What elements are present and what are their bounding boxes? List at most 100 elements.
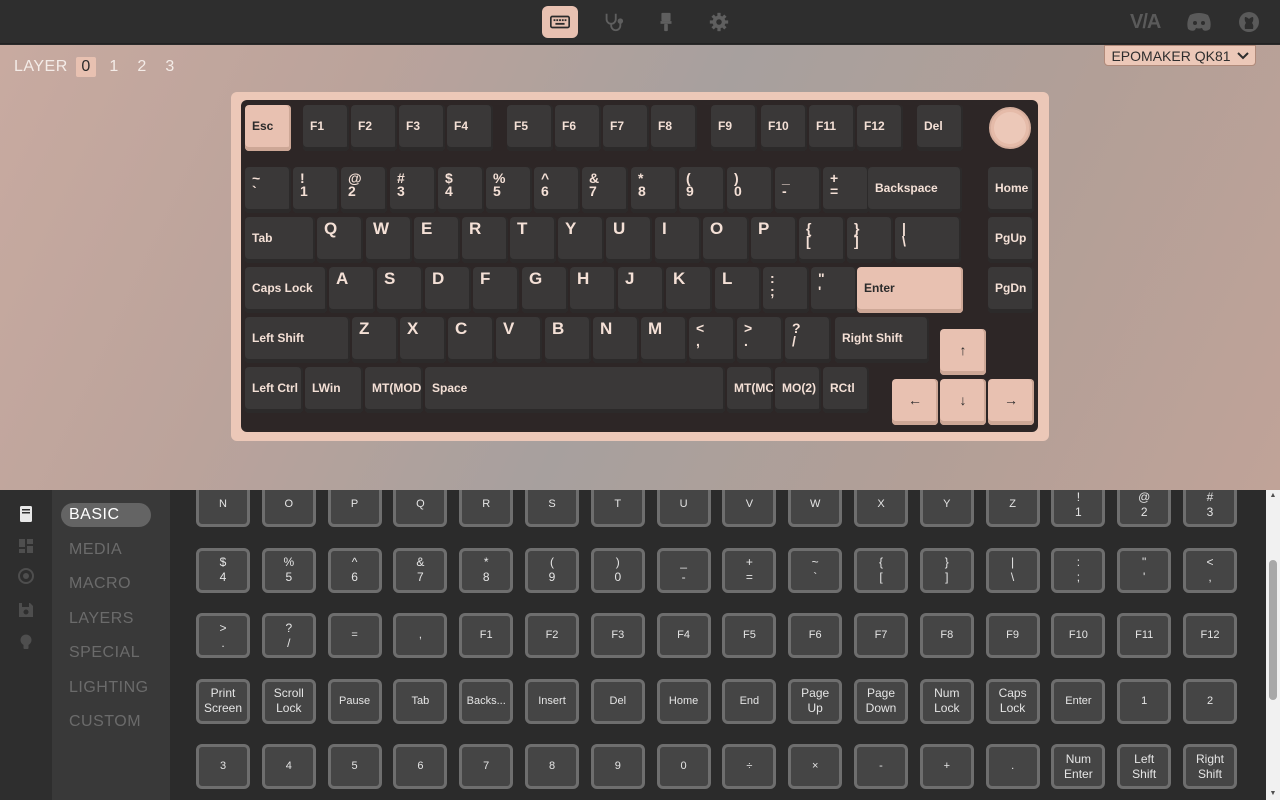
key-f1[interactable]: F1	[303, 105, 349, 151]
keycode-[interactable]: {[	[854, 547, 908, 593]
layer-3[interactable]: 3	[160, 57, 180, 77]
keycode-v[interactable]: V	[722, 490, 777, 527]
key-[interactable]: :;	[763, 267, 809, 313]
key-d[interactable]: D	[425, 267, 471, 313]
keycode-3[interactable]: 3	[196, 744, 250, 789]
keycode-n[interactable]: N	[196, 490, 250, 527]
keycode-f4[interactable]: F4	[656, 613, 711, 658]
via-logo[interactable]: V/A	[1130, 10, 1161, 34]
key-b[interactable]: B	[545, 317, 591, 363]
category-basic[interactable]: BASIC	[61, 503, 151, 527]
keycode-8[interactable]: 8	[525, 744, 579, 789]
keycode-[interactable]: ~ `	[788, 547, 843, 593]
layer-0[interactable]: 0	[75, 57, 96, 77]
keycode-left-shift[interactable]: Left Shift	[1117, 744, 1172, 789]
keycode-5[interactable]: % 5	[261, 547, 316, 593]
keycode-x[interactable]: X	[854, 490, 908, 527]
key-[interactable]: ↓	[940, 379, 986, 425]
key-w[interactable]: W	[366, 217, 412, 263]
keycode-[interactable]: :;	[1051, 547, 1106, 593]
key-[interactable]: >.	[737, 317, 783, 363]
keycode-r[interactable]: R	[459, 490, 514, 527]
keycode-[interactable]: + =	[722, 547, 777, 593]
keycode-0[interactable]: 0	[656, 744, 711, 789]
keycode-f1[interactable]: F1	[459, 613, 514, 658]
paintbrush-icon[interactable]	[648, 6, 684, 38]
stethoscope-icon[interactable]	[595, 6, 631, 38]
keycode-page-down[interactable]: Page Down	[854, 678, 908, 724]
keycode-[interactable]: .	[985, 744, 1040, 789]
key-5[interactable]: % 5	[486, 167, 532, 213]
scroll-thumb[interactable]	[1269, 560, 1277, 700]
key-[interactable]: ↑	[940, 329, 986, 375]
key-backspace[interactable]: Backspace	[868, 167, 962, 213]
key-8[interactable]: * 8	[631, 167, 677, 213]
key-2[interactable]: @2	[341, 167, 387, 213]
key-6[interactable]: ^ 6	[534, 167, 580, 213]
category-media[interactable]: MEDIA	[61, 538, 151, 562]
keycode-caps-lock[interactable]: Caps Lock	[985, 678, 1040, 724]
discord-icon[interactable]	[1186, 10, 1212, 34]
keycode-1[interactable]: 1	[1117, 678, 1172, 724]
key-l[interactable]: L	[715, 267, 761, 313]
grid-icon[interactable]	[16, 536, 36, 556]
key-3[interactable]: #3	[390, 167, 436, 213]
keycode-num-lock[interactable]: Num Lock	[919, 678, 974, 724]
keycode-9[interactable]: 9	[590, 744, 645, 789]
key-i[interactable]: I	[655, 217, 701, 263]
keycode-del[interactable]: Del	[590, 678, 645, 724]
key-f8[interactable]: F8	[651, 105, 697, 151]
key-right-shift[interactable]: Right Shift	[835, 317, 929, 363]
key-j[interactable]: J	[618, 267, 664, 313]
keycode-[interactable]: <,	[1183, 547, 1237, 593]
key-7[interactable]: & 7	[582, 167, 628, 213]
key-lwin[interactable]: LWin	[305, 367, 363, 413]
keycode-f6[interactable]: F6	[788, 613, 843, 658]
key-c[interactable]: C	[448, 317, 494, 363]
keycode-w[interactable]: W	[788, 490, 843, 527]
key-esc[interactable]: Esc	[245, 105, 291, 151]
key-f11[interactable]: F11	[809, 105, 855, 151]
key-home[interactable]: Home	[988, 167, 1034, 213]
keycode-[interactable]: >.	[196, 613, 250, 658]
category-macro[interactable]: MACRO	[61, 572, 151, 596]
keycode-z[interactable]: Z	[985, 490, 1040, 527]
key-f12[interactable]: F12	[857, 105, 903, 151]
category-special[interactable]: SPECIAL	[61, 641, 151, 665]
keycode-1[interactable]: ! 1	[1051, 490, 1106, 527]
scroll-up-arrow[interactable]: ▲	[1269, 492, 1277, 500]
key-f9[interactable]: F9	[711, 105, 757, 151]
keycode-7[interactable]: & 7	[393, 547, 448, 593]
key-p[interactable]: P	[751, 217, 797, 263]
key-t[interactable]: T	[510, 217, 556, 263]
keycode-f11[interactable]: F11	[1117, 613, 1172, 658]
keycode-[interactable]: ÷	[722, 744, 777, 789]
keycode-page-up[interactable]: Page Up	[788, 678, 843, 724]
keycode-t[interactable]: T	[590, 490, 645, 527]
keycode-backs[interactable]: Backs...	[459, 678, 514, 724]
key-[interactable]: <,	[689, 317, 735, 363]
category-custom[interactable]: CUSTOM	[61, 710, 151, 734]
key-[interactable]: + =	[823, 167, 869, 213]
keycode-pause[interactable]: Pause	[327, 678, 382, 724]
layer-2[interactable]: 2	[132, 57, 152, 77]
key-z[interactable]: Z	[352, 317, 398, 363]
keycode-f2[interactable]: F2	[525, 613, 579, 658]
keycode-enter[interactable]: Enter	[1051, 678, 1106, 724]
key-[interactable]: }]	[847, 217, 893, 263]
key-[interactable]: " '	[811, 267, 857, 313]
key-caps-lock[interactable]: Caps Lock	[245, 267, 327, 313]
keycode-[interactable]: | \	[985, 547, 1040, 593]
keycode-num-enter[interactable]: Num Enter	[1051, 744, 1106, 789]
key-f[interactable]: F	[473, 267, 519, 313]
key-x[interactable]: X	[400, 317, 446, 363]
key-rctl[interactable]: RCtl	[823, 367, 869, 413]
rotary-knob[interactable]	[989, 107, 1031, 149]
keycode-f7[interactable]: F7	[854, 613, 908, 658]
key-m[interactable]: M	[641, 317, 687, 363]
keycode-u[interactable]: U	[656, 490, 711, 527]
key-4[interactable]: $4	[438, 167, 484, 213]
scrollbar[interactable]: ▲ ▼	[1266, 490, 1280, 800]
keycode-f10[interactable]: F10	[1051, 613, 1106, 658]
key-enter[interactable]: Enter	[857, 267, 963, 313]
